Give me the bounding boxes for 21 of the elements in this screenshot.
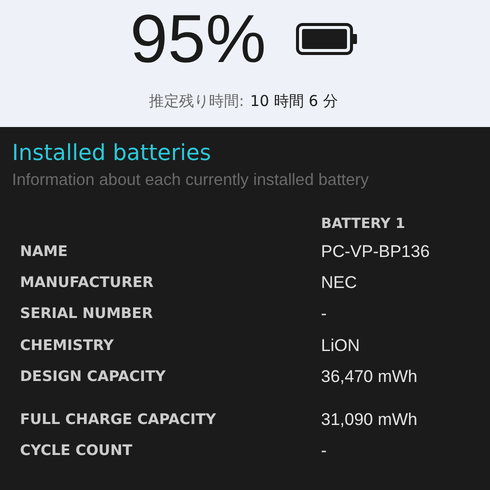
section-subtitle: Information about each currently installed battery [12, 170, 370, 191]
row-value: NEC [321, 272, 357, 293]
row-label: NAME [19, 244, 69, 260]
battery-icon [296, 23, 358, 55]
row-label: FULL CHARGE CAPACITY [19, 412, 218, 428]
row-value: LiON [321, 336, 360, 356]
section-title: Installed batteries [12, 141, 212, 167]
row-label: CYCLE COUNT [19, 443, 134, 460]
column-header: BATTERY 1 [321, 216, 406, 232]
row-label: CHEMISTRY [19, 338, 115, 354]
row-value: - [321, 441, 327, 462]
row-value: PC-VP-BP136 [321, 242, 430, 262]
battery-percentage: 95% [130, 4, 266, 74]
row-value: 31,090 mWh [321, 410, 418, 430]
remaining-time-label: 推定残り時間: [149, 92, 244, 111]
row-value: 36,470 mWh [321, 366, 418, 387]
row-label: DESIGN CAPACITY [19, 368, 167, 385]
row-value: - [321, 304, 327, 324]
row-label: SERIAL NUMBER [19, 306, 154, 322]
remaining-time-value: 10 時間 6 分 [250, 92, 338, 111]
row-label: MANUFACTURER [19, 274, 155, 291]
